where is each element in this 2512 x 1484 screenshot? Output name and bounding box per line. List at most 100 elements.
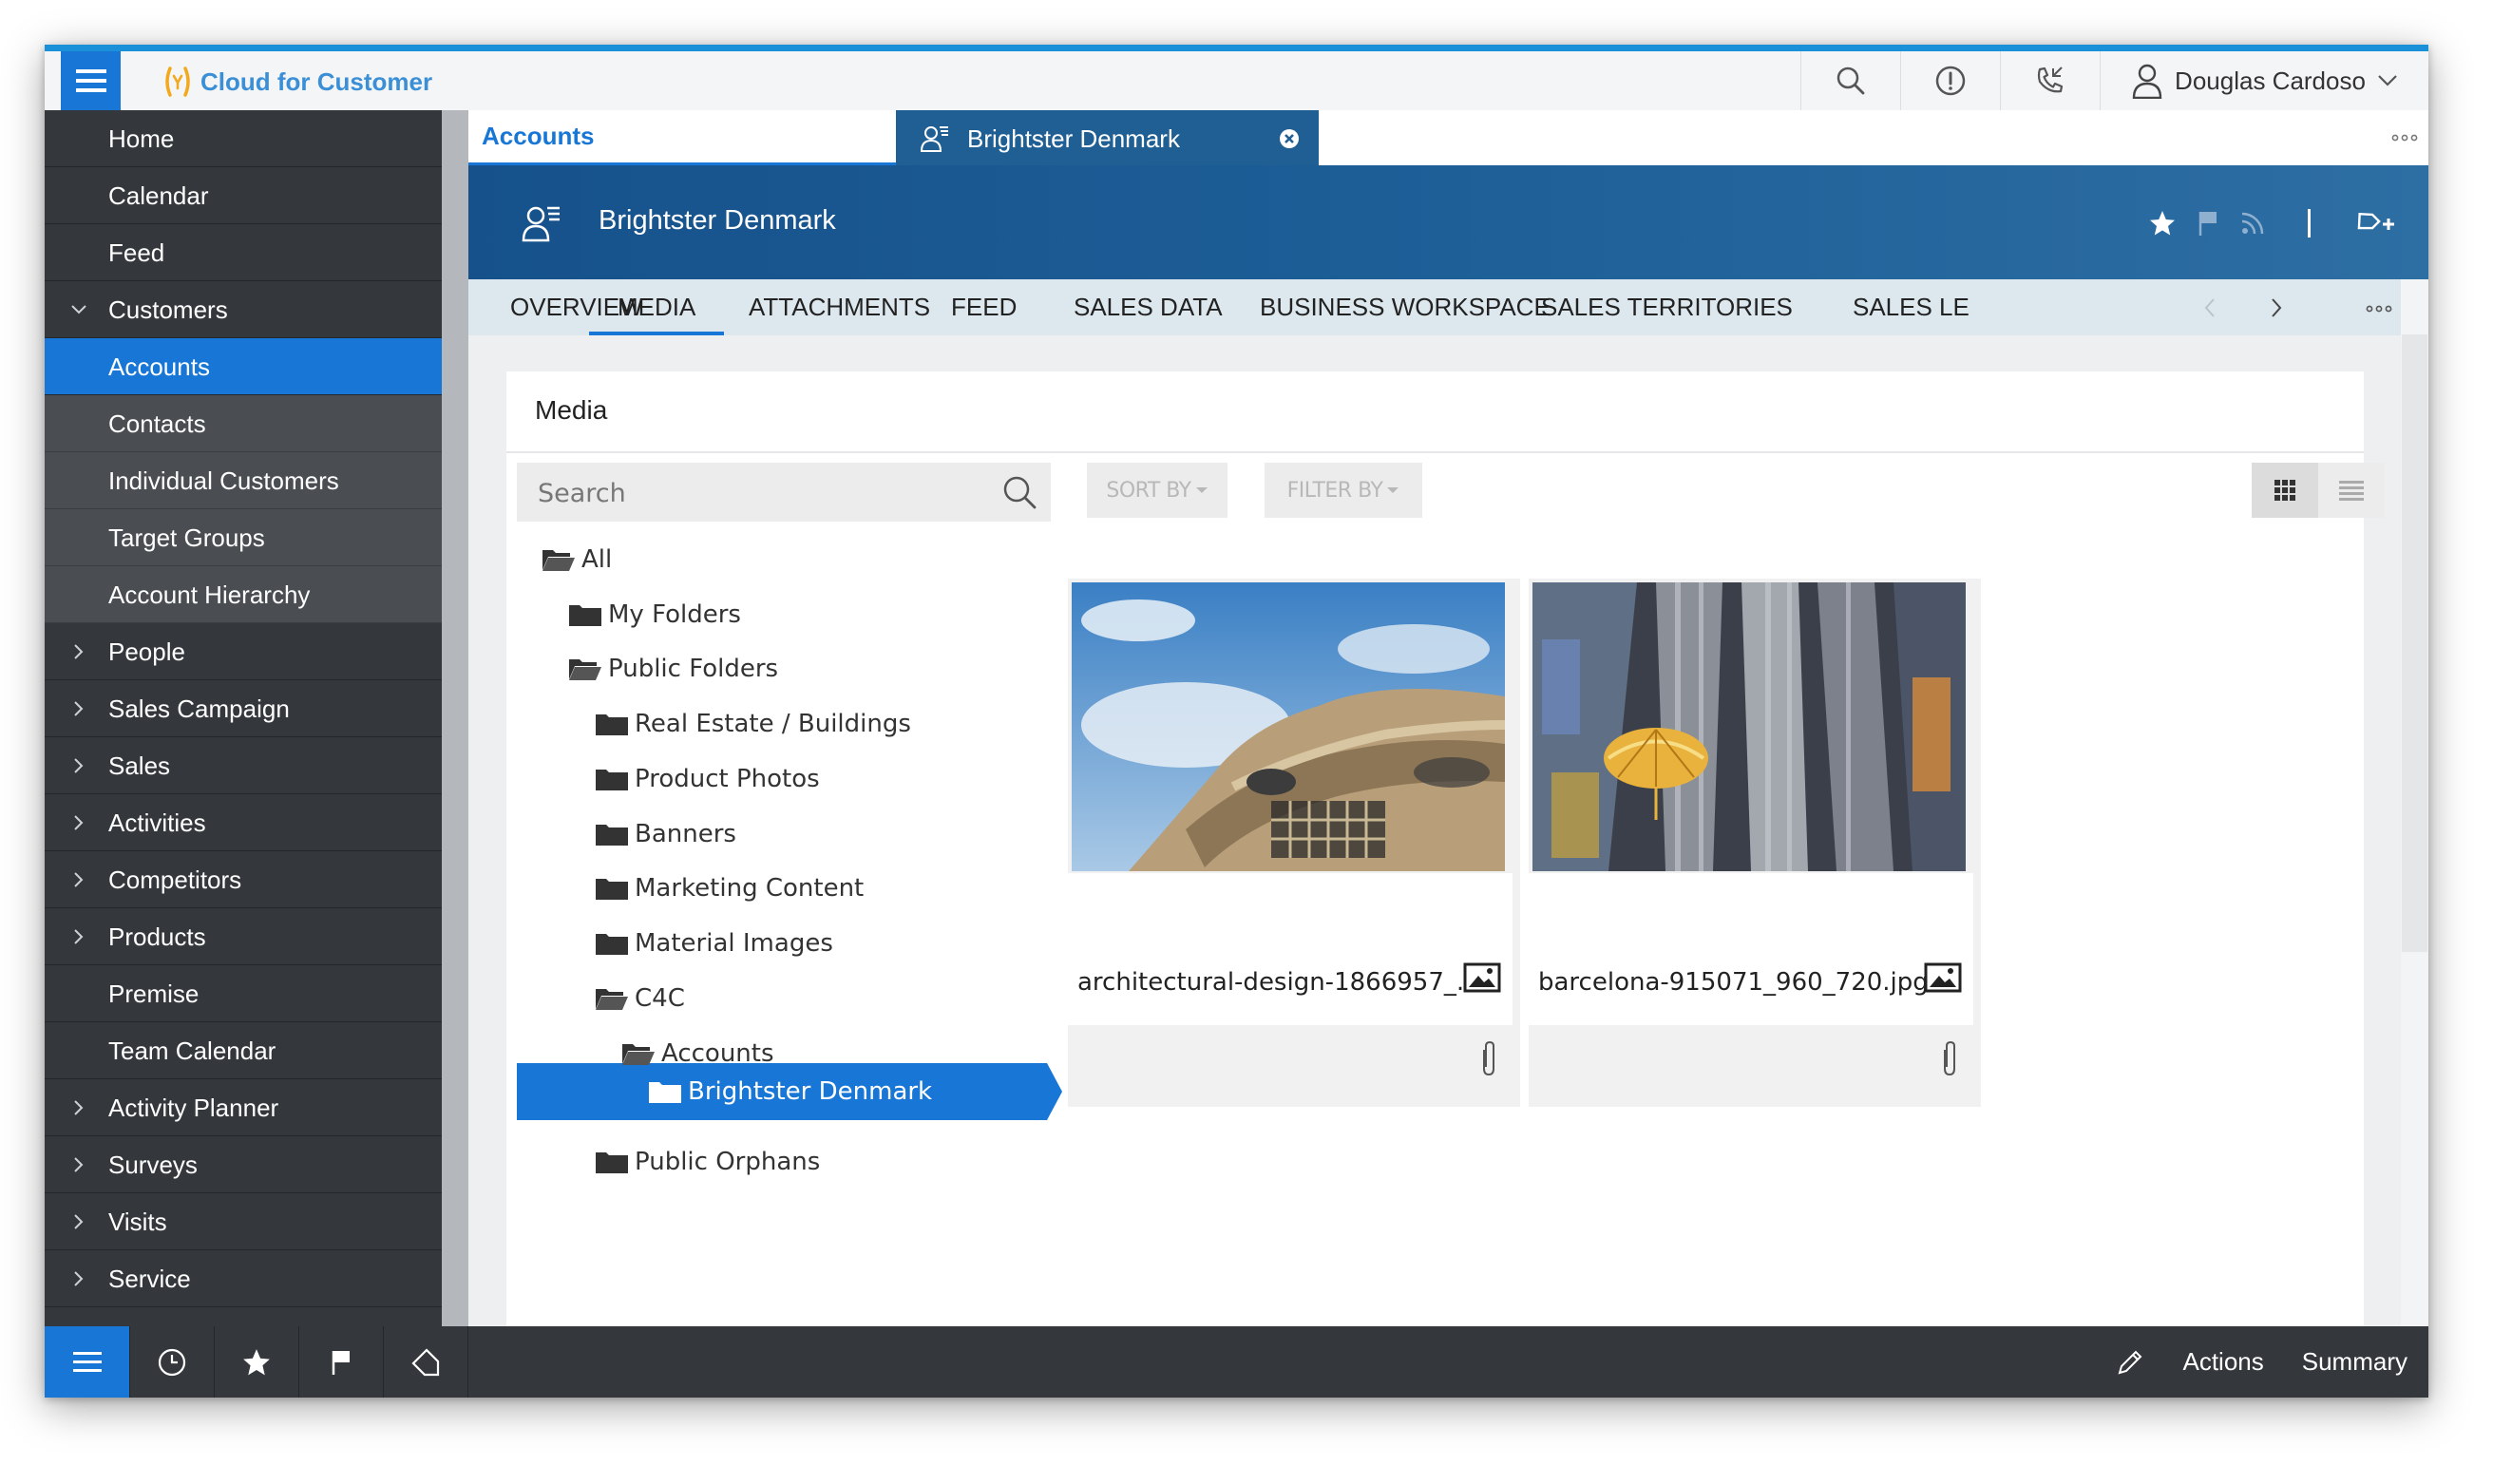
thumbnail-barcelona[interactable] — [1532, 582, 1966, 871]
sidebar-item-sales[interactable]: Sales — [45, 737, 442, 794]
search-input[interactable] — [536, 476, 967, 510]
grid-view-button[interactable] — [2252, 463, 2318, 518]
tags-button[interactable] — [383, 1326, 468, 1398]
folder-open-icon — [569, 659, 601, 680]
search-icon[interactable] — [1001, 474, 1037, 510]
tab-sales-territories[interactable]: SALES TERRITORIES — [1541, 279, 1793, 335]
tree-item-my-folders[interactable]: My Folders — [568, 592, 741, 637]
sidebar-item-target-groups[interactable]: Target Groups — [45, 509, 442, 566]
tree-item-brightster-denmark[interactable]: Brightster Denmark — [648, 1069, 932, 1114]
tab-sales-data[interactable]: SALES DATA — [1074, 279, 1223, 335]
search-button[interactable] — [1800, 51, 1900, 110]
sidebar-item-surveys[interactable]: Surveys — [45, 1136, 442, 1193]
sidebar-item-activity-planner[interactable]: Activity Planner — [45, 1079, 442, 1136]
folder-icon — [596, 934, 628, 955]
chevron-right-icon — [69, 737, 88, 794]
search-field[interactable] — [517, 463, 1051, 522]
sidebar-item-sales-campaign[interactable]: Sales Campaign — [45, 680, 442, 737]
star-icon — [242, 1348, 270, 1375]
summary-button[interactable]: Summary — [2302, 1347, 2407, 1377]
thumbnail-architecture[interactable] — [1072, 582, 1505, 871]
sidebar-item-label: People — [108, 637, 185, 666]
sidebar-item-accounts[interactable]: Accounts — [45, 338, 442, 395]
tree-item-marketing-content[interactable]: Marketing Content — [595, 866, 864, 911]
tag-add-icon[interactable] — [2352, 209, 2400, 238]
folder-open-icon — [649, 1082, 681, 1103]
tree-item-label: Material Images — [635, 929, 833, 958]
tab-media[interactable]: MEDIA — [589, 279, 725, 335]
sidebar-item-activities[interactable]: Activities — [45, 794, 442, 851]
sort-by-dropdown[interactable]: SORT BY — [1087, 463, 1227, 518]
more-icon[interactable] — [2390, 124, 2419, 152]
chevron-right-icon[interactable] — [2270, 297, 2283, 318]
flag-icon[interactable] — [2196, 209, 2220, 238]
filter-by-dropdown[interactable]: FILTER BY — [1265, 463, 1422, 518]
tree-item-all[interactable]: All — [542, 537, 612, 582]
sidebar-item-individual-customers[interactable]: Individual Customers — [45, 452, 442, 509]
sidebar-item-people[interactable]: People — [45, 623, 442, 680]
paperclip-icon[interactable] — [1478, 1040, 1497, 1078]
paperclip-icon[interactable] — [1939, 1040, 1958, 1078]
tab-feed[interactable]: FEED — [951, 279, 1017, 335]
rss-icon[interactable] — [2239, 210, 2266, 237]
flagged-button[interactable] — [298, 1326, 384, 1398]
sidebar-item-account-hierarchy[interactable]: Account Hierarchy — [45, 566, 442, 623]
sidebar-item-label: Home — [108, 124, 175, 153]
sidebar-item-contacts[interactable]: Contacts — [45, 395, 442, 452]
tab-label: Brightster Denmark — [967, 124, 1180, 153]
card-label: barcelona-915071_960_720.jpg — [1529, 873, 1973, 1025]
tab-brightster-denmark[interactable]: Brightster Denmark — [896, 110, 1319, 167]
sidebar-item-customers[interactable]: Customers — [45, 281, 442, 338]
sidebar-item-label: Individual Customers — [108, 466, 339, 495]
sidebar-item-home[interactable]: Home — [45, 110, 442, 167]
sidebar-item-service[interactable]: Service — [45, 1250, 442, 1307]
tree-item-material-images[interactable]: Material Images — [595, 921, 833, 966]
tab-accounts[interactable]: Accounts — [468, 110, 896, 165]
tab-business-workspace[interactable]: BUSINESS WORKSPACE — [1260, 279, 1551, 335]
tree-item-public-orphans[interactable]: Public Orphans — [595, 1139, 820, 1185]
close-icon[interactable] — [1279, 128, 1300, 149]
tree-item-banners[interactable]: Banners — [595, 811, 736, 857]
chevron-left-icon[interactable] — [2203, 297, 2217, 318]
list-view-button[interactable] — [2318, 463, 2385, 518]
media-card[interactable]: architectural-design-1866957_... — [1068, 579, 1520, 1107]
app-logo[interactable]: Cloud for Customer — [163, 65, 432, 99]
user-menu[interactable]: Douglas Cardoso — [2100, 51, 2428, 110]
scrollbar-thumb[interactable] — [2402, 334, 2427, 952]
favorites-button[interactable] — [214, 1326, 299, 1398]
tab-attachments[interactable]: ATTACHMENTS — [749, 279, 930, 335]
sidebar-item-premise[interactable]: Premise — [45, 965, 442, 1022]
sidebar-item-calendar[interactable]: Calendar — [45, 167, 442, 224]
sidebar-item-label: Sales Campaign — [108, 694, 290, 723]
tree-item-product-photos[interactable]: Product Photos — [595, 756, 820, 802]
sidebar-item-products[interactable]: Products — [45, 908, 442, 965]
tree-item-real-estate[interactable]: Real Estate / Buildings — [595, 701, 911, 747]
sidebar-item-visits[interactable]: Visits — [45, 1193, 442, 1250]
sidebar-item-label: Feed — [108, 238, 165, 267]
alerts-button[interactable] — [1900, 51, 2000, 110]
logo-icon — [165, 67, 190, 97]
user-icon — [2132, 64, 2162, 99]
tree-item-public-folders[interactable]: Public Folders — [568, 646, 778, 692]
actions-button[interactable]: Actions — [2182, 1347, 2263, 1377]
tree-item-c4c[interactable]: C4C — [595, 976, 685, 1021]
content-scrollbar[interactable] — [2401, 279, 2428, 1326]
tree-item-label: Accounts — [661, 1039, 774, 1068]
phone-button[interactable] — [2000, 51, 2100, 110]
media-card[interactable]: barcelona-915071_960_720.jpg — [1529, 579, 1981, 1107]
menu-button[interactable] — [45, 1326, 130, 1398]
sidebar-scrollbar[interactable] — [442, 110, 468, 1326]
menu-button[interactable] — [61, 51, 121, 110]
more-icon[interactable] — [2365, 302, 2393, 315]
tab-sales-leads[interactable]: SALES LE — [1853, 279, 1970, 335]
folder-icon — [596, 825, 628, 846]
folder-icon — [596, 879, 628, 900]
sidebar-item-competitors[interactable]: Competitors — [45, 851, 442, 908]
star-icon[interactable] — [2148, 209, 2177, 238]
recent-button[interactable] — [129, 1326, 215, 1398]
sidebar-item-team-calendar[interactable]: Team Calendar — [45, 1022, 442, 1079]
chevron-right-icon — [69, 794, 88, 851]
edit-icon[interactable] — [2116, 1348, 2144, 1377]
tree-item-label: Marketing Content — [635, 874, 865, 903]
sidebar-item-feed[interactable]: Feed — [45, 224, 442, 281]
